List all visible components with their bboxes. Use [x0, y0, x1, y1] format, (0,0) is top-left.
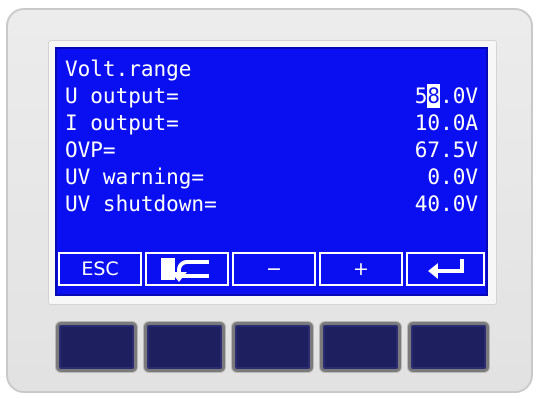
i-output-value: 10.0A [414, 111, 478, 135]
hardware-key-3[interactable] [232, 322, 313, 372]
esc-label: ESC [81, 258, 119, 280]
plus-softkey[interactable]: + [319, 252, 403, 286]
ovp-row: OVP= 67.5V [65, 138, 478, 162]
ovp-value: 67.5V [414, 138, 478, 162]
u-output-value-post: .0V [440, 84, 478, 108]
u-output-value-pre: 5 [414, 84, 428, 108]
uv-shutdown-label: UV shutdown= [65, 192, 217, 216]
uv-shutdown-value: 40.0V [414, 192, 478, 216]
uv-warning-value: 0.0V [427, 165, 478, 189]
u-output-value: 58.0V [415, 84, 478, 108]
esc-softkey[interactable]: ESC [58, 252, 142, 286]
minus-softkey[interactable]: − [232, 252, 316, 286]
minus-label: − [266, 258, 282, 280]
cursor-return-icon [161, 258, 209, 282]
hardware-key-1[interactable] [56, 322, 137, 372]
hardware-key-2[interactable] [144, 322, 225, 372]
ovp-label: OVP= [65, 138, 116, 162]
i-output-row: I output= 10.0A [65, 111, 478, 135]
uv-warning-row: UV warning= 0.0V [65, 165, 478, 189]
edit-cursor-digit: 8 [427, 84, 441, 108]
hardware-key-5[interactable] [408, 322, 489, 372]
uv-shutdown-row: UV shutdown= 40.0V [65, 192, 478, 216]
hardware-key-row [56, 322, 490, 374]
i-output-label: I output= [65, 111, 179, 135]
u-output-label: U output= [65, 84, 179, 108]
menu-title: Volt.range [65, 57, 192, 81]
softkey-bar: ESC − + [58, 252, 485, 290]
menu-title-row: Volt.range [65, 57, 478, 81]
uv-warning-label: UV warning= [65, 165, 205, 189]
lcd-screen: Volt.range U output= 58.0V I output= 10.… [55, 47, 488, 296]
plus-label: + [353, 258, 369, 280]
u-output-row: U output= 58.0V [65, 84, 478, 108]
enter-softkey[interactable] [406, 252, 485, 286]
hardware-key-4[interactable] [320, 322, 401, 372]
enter-arrow-icon [427, 259, 464, 279]
cursor-softkey[interactable] [145, 252, 229, 286]
